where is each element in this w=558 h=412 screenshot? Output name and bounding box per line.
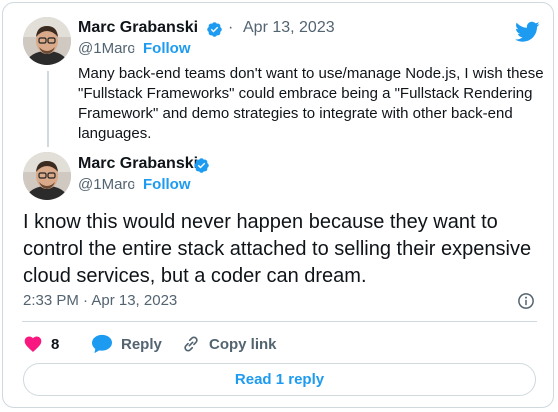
author-avatar[interactable] [23, 152, 71, 200]
verified-badge-icon [207, 22, 222, 37]
verified-badge-icon [194, 158, 209, 173]
quoted-date-separator: · [228, 19, 234, 36]
speech-bubble-icon [92, 334, 112, 354]
quoted-follow-link[interactable]: Follow [143, 40, 191, 57]
quoted-follow-separator: · [131, 40, 136, 57]
avatar-photo-icon [23, 152, 71, 200]
author-handle[interactable]: @1Marc [78, 176, 135, 193]
quoted-author-name[interactable]: Marc Grabanski [78, 19, 198, 37]
thread-connector-line [47, 71, 49, 147]
quoted-author-handle[interactable]: @1Marc [78, 40, 135, 57]
avatar-photo-icon [23, 17, 71, 65]
tweet-embed-card: Marc Grabanski · Apr 13, 2023 @1Marc · F… [2, 2, 554, 408]
quoted-author-avatar[interactable] [23, 17, 71, 65]
author-name[interactable]: Marc Grabanski [78, 155, 198, 173]
follow-separator: · [131, 176, 136, 193]
link-icon [184, 336, 198, 352]
quoted-tweet-text: Many back-end teams don't want to use/ma… [78, 65, 544, 142]
reply-button[interactable]: Reply [91, 333, 162, 355]
twitter-bird-icon[interactable] [515, 21, 540, 43]
heart-icon [24, 336, 42, 352]
follow-link[interactable]: Follow [143, 176, 191, 193]
copy-link-label: Copy link [209, 335, 277, 353]
read-replies-button[interactable]: Read 1 reply [23, 363, 536, 396]
copy-link-button[interactable]: Copy link [181, 333, 277, 355]
tweet-text: I know this would never happen because t… [23, 211, 532, 287]
like-button[interactable]: 8 [23, 333, 59, 355]
quoted-tweet-date[interactable]: Apr 13, 2023 [243, 19, 335, 37]
info-icon[interactable] [517, 292, 535, 310]
actions-divider [22, 321, 537, 322]
like-count: 8 [51, 335, 60, 353]
reply-label: Reply [121, 335, 162, 353]
tweet-timestamp[interactable]: 2:33 PM · Apr 13, 2023 [23, 292, 177, 309]
